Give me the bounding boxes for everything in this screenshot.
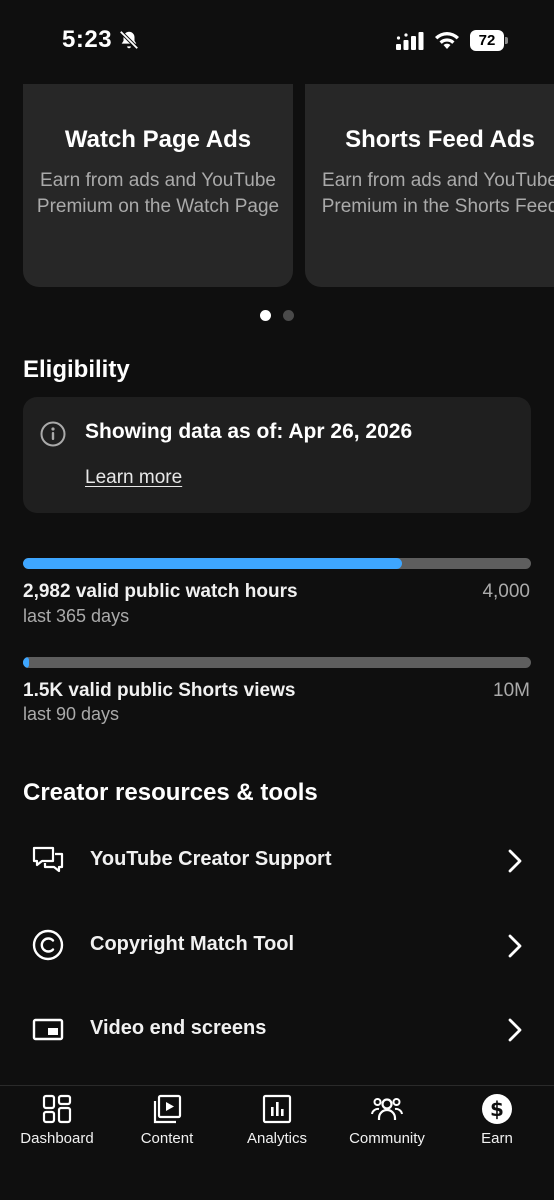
learn-more-link[interactable]: Learn more [85,467,182,489]
chevron-right-icon [508,934,522,958]
nav-content[interactable]: Content [112,1086,222,1166]
bottom-navigation: Dashboard Content Analytics Community $ … [0,1085,554,1200]
shorts-feed-ads-card[interactable]: Shorts Feed Ads Earn from ads and YouTub… [305,60,554,287]
nav-earn[interactable]: $ Earn [442,1086,552,1166]
nav-analytics[interactable]: Analytics [222,1086,332,1166]
bell-slash-icon [119,30,139,50]
nav-label: Analytics [246,1130,308,1147]
status-time: 5:23 [62,26,113,53]
eligibility-heading: Eligibility [23,356,130,383]
pagination-dot-active[interactable] [260,310,271,321]
nav-label: Content [140,1130,194,1147]
battery-icon: 72 [470,30,508,51]
earn-dollar-icon: $ [482,1094,512,1124]
watch-hours-label: 2,982 valid public watch hours [23,581,298,602]
nav-community[interactable]: Community [332,1086,442,1166]
data-date-text: Showing data as of: Apr 26, 2026 [85,420,413,443]
watch-hours-progress-fill [23,558,402,569]
wifi-icon [435,32,459,49]
dashboard-grid-icon [42,1094,72,1124]
community-people-icon [371,1098,403,1120]
resource-item-end-screens[interactable]: Video end screens [0,995,554,1065]
status-bar: 5:23 72 [0,0,554,84]
shorts-views-label: 1.5K valid public Shorts views [23,680,296,701]
watch-hours-goal: 4,000 [482,581,530,602]
analytics-chart-icon [262,1094,292,1124]
pagination-dot[interactable] [283,310,294,321]
resource-item-creator-support[interactable]: YouTube Creator Support [0,826,554,896]
nav-label: Dashboard [20,1130,94,1147]
shorts-views-period: last 90 days [23,704,120,724]
shorts-views-goal: 10M [493,680,530,701]
copyright-icon [32,929,64,961]
cellular-signal-icon [396,32,424,50]
shorts-views-progress-bar [23,657,531,668]
resource-label: Video end screens [90,1017,267,1039]
nav-label: Earn [481,1130,513,1147]
chevron-right-icon [508,849,522,873]
creator-resources-heading: Creator resources & tools [23,779,318,806]
nav-label: Community [349,1130,425,1147]
content-play-icon [153,1094,182,1124]
chat-bubbles-icon [32,846,64,873]
resource-label: YouTube Creator Support [90,848,332,870]
watch-hours-period: last 365 days [23,606,130,626]
card-title: Watch Page Ads [64,126,252,153]
info-icon [40,421,66,447]
nav-dashboard[interactable]: Dashboard [2,1086,112,1166]
carousel-pagination [0,310,554,322]
resource-item-copyright-match[interactable]: Copyright Match Tool [0,911,554,981]
card-title: Shorts Feed Ads [345,126,535,153]
card-description: Earn from ads and YouTube Premium in the… [321,170,554,217]
watch-hours-progress-bar [23,558,531,569]
watch-page-ads-card[interactable]: Watch Page Ads Earn from ads and YouTube… [23,60,293,287]
battery-level: 72 [470,30,504,51]
data-date-info-box: Showing data as of: Apr 26, 2026 Learn m… [23,397,531,513]
chevron-right-icon [508,1018,522,1042]
resource-label: Copyright Match Tool [90,933,295,955]
card-description: Earn from ads and YouTube Premium on the… [36,170,280,217]
svg-text:$: $ [490,1097,504,1121]
shorts-views-progress-fill [23,657,30,668]
end-screen-icon [32,1018,64,1041]
